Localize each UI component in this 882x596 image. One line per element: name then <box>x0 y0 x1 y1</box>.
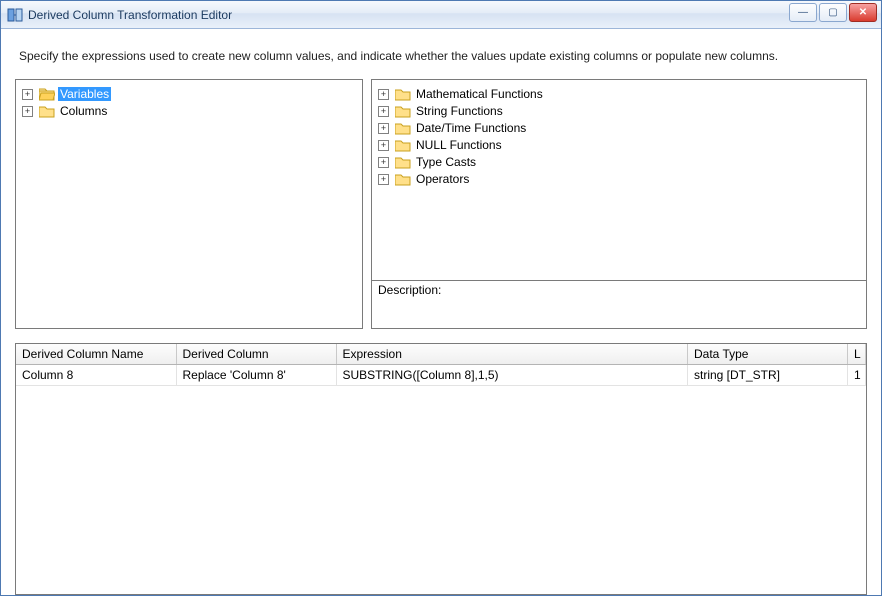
window-controls: — ▢ ✕ <box>789 3 877 22</box>
folder-icon <box>395 88 411 101</box>
tree-label[interactable]: String Functions <box>414 104 505 118</box>
cell-expression[interactable]: SUBSTRING([Column 8],1,5) <box>336 365 688 386</box>
tree-node-string-functions[interactable]: + String Functions <box>378 103 860 119</box>
variables-columns-pane[interactable]: + Variables + <box>15 79 363 329</box>
grid-header[interactable]: Derived Column <box>176 344 336 365</box>
folder-icon <box>395 156 411 169</box>
tree-node-math-functions[interactable]: + Mathematical Functions <box>378 86 860 102</box>
expand-icon[interactable]: + <box>22 106 33 117</box>
expand-icon[interactable]: + <box>378 123 389 134</box>
tree-node-type-casts[interactable]: + Type Casts <box>378 154 860 170</box>
columns-grid[interactable]: Derived Column Name Derived Column Expre… <box>15 343 867 595</box>
folder-icon <box>39 105 55 118</box>
expand-icon[interactable]: + <box>22 89 33 100</box>
tree-label[interactable]: NULL Functions <box>414 138 504 152</box>
editor-window: Derived Column Transformation Editor — ▢… <box>0 0 882 596</box>
tree-label[interactable]: Type Casts <box>414 155 478 169</box>
content-area: Specify the expressions used to create n… <box>1 29 881 595</box>
expand-icon[interactable]: + <box>378 106 389 117</box>
cell-derived-column-name[interactable]: Column 8 <box>16 365 176 386</box>
tree-panes: + Variables + <box>15 79 867 329</box>
left-tree: + Variables + <box>16 80 362 126</box>
app-icon <box>7 7 23 23</box>
tree-node-operators[interactable]: + Operators <box>378 171 860 187</box>
right-tree: + Mathematical Functions + String Func <box>372 80 866 194</box>
tree-node-datetime-functions[interactable]: + Date/Time Functions <box>378 120 860 136</box>
tree-label[interactable]: Mathematical Functions <box>414 87 545 101</box>
tree-node-variables[interactable]: + Variables <box>22 86 356 102</box>
cell-length[interactable]: 1 <box>848 365 866 386</box>
titlebar[interactable]: Derived Column Transformation Editor — ▢… <box>1 1 881 29</box>
tree-node-null-functions[interactable]: + NULL Functions <box>378 137 860 153</box>
grid-header[interactable]: Derived Column Name <box>16 344 176 365</box>
minimize-button[interactable]: — <box>789 3 817 22</box>
expand-icon[interactable]: + <box>378 157 389 168</box>
close-button[interactable]: ✕ <box>849 3 877 22</box>
grid-header[interactable]: Expression <box>336 344 688 365</box>
tree-label[interactable]: Variables <box>58 87 111 101</box>
expand-icon[interactable]: + <box>378 140 389 151</box>
window-title: Derived Column Transformation Editor <box>28 8 232 22</box>
tree-node-columns[interactable]: + Columns <box>22 103 356 119</box>
grid-table: Derived Column Name Derived Column Expre… <box>16 344 866 386</box>
cell-derived-column[interactable]: Replace 'Column 8' <box>176 365 336 386</box>
tree-label[interactable]: Date/Time Functions <box>414 121 528 135</box>
folder-icon <box>395 173 411 186</box>
table-row[interactable]: Column 8 Replace 'Column 8' SUBSTRING([C… <box>16 365 866 386</box>
tree-label[interactable]: Columns <box>58 104 109 118</box>
expand-icon[interactable]: + <box>378 89 389 100</box>
description-label: Description: <box>378 283 441 297</box>
instructions-text: Specify the expressions used to create n… <box>19 49 863 63</box>
grid-header[interactable]: Data Type <box>688 344 848 365</box>
tree-label[interactable]: Operators <box>414 172 471 186</box>
grid-header-row: Derived Column Name Derived Column Expre… <box>16 344 866 365</box>
cell-data-type[interactable]: string [DT_STR] <box>688 365 848 386</box>
functions-pane[interactable]: + Mathematical Functions + String Func <box>371 79 867 329</box>
folder-icon <box>395 122 411 135</box>
description-panel: Description: <box>372 280 866 328</box>
folder-icon <box>395 139 411 152</box>
grid-header[interactable]: L <box>848 344 866 365</box>
expand-icon[interactable]: + <box>378 174 389 185</box>
maximize-button[interactable]: ▢ <box>819 3 847 22</box>
folder-open-icon <box>39 88 55 101</box>
folder-icon <box>395 105 411 118</box>
